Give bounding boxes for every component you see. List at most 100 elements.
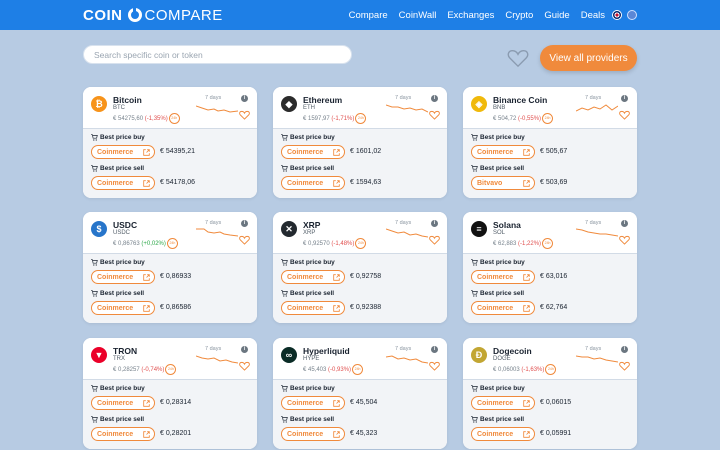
coin-name[interactable]: Hyperliquid [303, 346, 350, 356]
coin-name[interactable]: Ethereum [303, 95, 342, 105]
buy-provider-button[interactable]: Coinmerce [281, 396, 345, 410]
coin-name[interactable]: XRP [303, 220, 320, 230]
info-icon[interactable]: i [431, 220, 438, 227]
sell-provider-button[interactable]: Coinmerce [471, 427, 535, 441]
coin-card-hype[interactable]: ∞ Hyperliquid HYPE € 45,403 (-0,93%) 24h … [273, 338, 447, 449]
buy-provider-button[interactable]: Coinmerce [471, 396, 535, 410]
favorites-heart-icon[interactable] [507, 48, 529, 68]
sell-provider-button[interactable]: Coinmerce [91, 427, 155, 441]
external-link-icon [333, 431, 340, 438]
coin-name[interactable]: USDC [113, 220, 137, 230]
favorite-heart-icon[interactable] [239, 361, 250, 371]
price-sparkline [196, 355, 238, 364]
buy-provider-button[interactable]: Coinmerce [471, 145, 535, 159]
buy-provider-button[interactable]: Coinmerce [91, 270, 155, 284]
buy-provider-button[interactable]: Coinmerce [281, 270, 345, 284]
coin-symbol: TRX [113, 356, 125, 362]
coin-card-eth[interactable]: ◆ Ethereum ETH € 1597,97 (-1,71%) 24h 7 d… [273, 87, 447, 198]
nav-crypto[interactable]: Crypto [505, 10, 533, 21]
favorite-heart-icon[interactable] [429, 110, 440, 120]
info-icon[interactable]: i [431, 346, 438, 353]
buy-provider-button[interactable]: Coinmerce [281, 145, 345, 159]
view-all-providers-button[interactable]: View all providers [540, 45, 637, 71]
coincompare-logo[interactable]: COIN COMPARE [83, 6, 223, 24]
coin-card-btc[interactable]: ₿ Bitcoin BTC € 54275,60 (-1,35%) 24h 7 d… [83, 87, 257, 198]
sell-provider-button[interactable]: Coinmerce [281, 427, 345, 441]
best-sell-text: Best price sell [100, 290, 145, 297]
best-buy-label: Best price buy [281, 385, 335, 392]
info-icon[interactable]: i [621, 220, 628, 227]
coin-name[interactable]: Bitcoin [113, 95, 142, 105]
sell-provider-name: Coinmerce [477, 304, 514, 312]
best-sell-label: Best price sell [281, 290, 334, 297]
info-icon[interactable]: i [621, 95, 628, 102]
coin-symbol: XRP [303, 230, 316, 236]
coin-card-trx[interactable]: ▼ TRON TRX € 0,28257 (-0,74%) 24h 7 days … [83, 338, 257, 449]
coin-glyph: ₿ [95, 99, 103, 109]
buy-provider-button[interactable]: Coinmerce [471, 270, 535, 284]
buy-provider-button[interactable]: Coinmerce [91, 145, 155, 159]
sell-price: € 62,764 [540, 304, 568, 311]
best-sell-label: Best price sell [91, 290, 144, 297]
nav-guide[interactable]: Guide [544, 10, 569, 21]
price-sparkline [576, 104, 618, 112]
sell-provider-button[interactable]: Coinmerce [281, 176, 345, 190]
best-sell-label: Best price sell [471, 416, 524, 423]
best-buy-label: Best price buy [471, 259, 525, 266]
best-buy-label: Best price buy [281, 134, 335, 141]
coin-glyph: ✕ [285, 223, 293, 234]
sell-provider-button[interactable]: Bitvavo [471, 176, 535, 190]
coin-name[interactable]: Dogecoin [493, 346, 532, 356]
favorite-heart-icon[interactable] [619, 361, 630, 371]
info-icon[interactable]: i [241, 346, 248, 353]
search-input[interactable] [94, 49, 351, 60]
language-globe-icon[interactable] [627, 10, 637, 20]
coin-price-line: € 1597,97 (-1,71%) 24h [303, 113, 367, 124]
sell-provider-button[interactable]: Coinmerce [91, 176, 155, 190]
sell-provider-button[interactable]: Coinmerce [281, 301, 345, 315]
info-icon[interactable]: i [621, 346, 628, 353]
coin-price-line: € 0,06003 (-1,63%) 24h [493, 364, 557, 375]
coin-name[interactable]: TRON [113, 346, 137, 356]
info-icon[interactable]: i [431, 95, 438, 102]
nav-coinwall[interactable]: CoinWall [399, 10, 437, 21]
coin-price-line: € 45,403 (-0,93%) 24h [303, 364, 364, 375]
uk-flag-icon[interactable] [612, 10, 622, 20]
info-icon[interactable]: i [241, 220, 248, 227]
favorite-heart-icon[interactable] [429, 235, 440, 245]
coin-card-doge[interactable]: Ð Dogecoin DOGE € 0,06003 (-1,63%) 24h 7 … [463, 338, 637, 449]
change-period-badge: 24h [542, 113, 554, 124]
change-period-badge: 24h [355, 238, 367, 249]
favorite-heart-icon[interactable] [239, 110, 250, 120]
coin-card-sol[interactable]: ≡ Solana SOL € 62,883 (-1,22%) 24h 7 days… [463, 212, 637, 323]
buy-price: € 63,016 [540, 273, 568, 280]
coin-card-usdc[interactable]: $ USDC USDC € 0,86763 (+0,02%) 24h 7 days… [83, 212, 257, 323]
coin-card-bnb[interactable]: ◈ Binance Coin BNB € 504,72 (-0,55%) 24h … [463, 87, 637, 198]
nav-exchanges[interactable]: Exchanges [447, 10, 494, 21]
info-icon[interactable]: i [241, 95, 248, 102]
favorite-heart-icon[interactable] [429, 361, 440, 371]
change-period-badge: 24h [545, 364, 557, 375]
card-header: ◈ Binance Coin BNB € 504,72 (-0,55%) 24h … [463, 87, 637, 129]
card-header: ≡ Solana SOL € 62,883 (-1,22%) 24h 7 days… [463, 212, 637, 254]
favorite-heart-icon[interactable] [619, 235, 630, 245]
buy-provider-name: Coinmerce [477, 273, 514, 281]
price-sparkline [386, 228, 428, 238]
buy-provider-name: Coinmerce [287, 273, 324, 281]
xrp-icon: ✕ [281, 221, 297, 237]
favorite-heart-icon[interactable] [239, 235, 250, 245]
buy-provider-button[interactable]: Coinmerce [91, 396, 155, 410]
favorite-heart-icon[interactable] [619, 110, 630, 120]
sell-provider-button[interactable]: Coinmerce [471, 301, 535, 315]
sell-provider-button[interactable]: Coinmerce [91, 301, 155, 315]
buy-provider-name: Coinmerce [477, 399, 514, 407]
search-bar[interactable] [83, 45, 352, 64]
nav-deals[interactable]: Deals [581, 10, 605, 21]
external-link-icon [143, 274, 150, 281]
coin-name[interactable]: Binance Coin [493, 95, 547, 105]
coin-name[interactable]: Solana [493, 220, 521, 230]
nav-compare[interactable]: Compare [349, 10, 388, 21]
sell-provider-name: Coinmerce [97, 179, 134, 187]
coin-card-xrp[interactable]: ✕ XRP XRP € 0,92570 (-1,48%) 24h 7 days i… [273, 212, 447, 323]
cart-icon [91, 290, 98, 297]
